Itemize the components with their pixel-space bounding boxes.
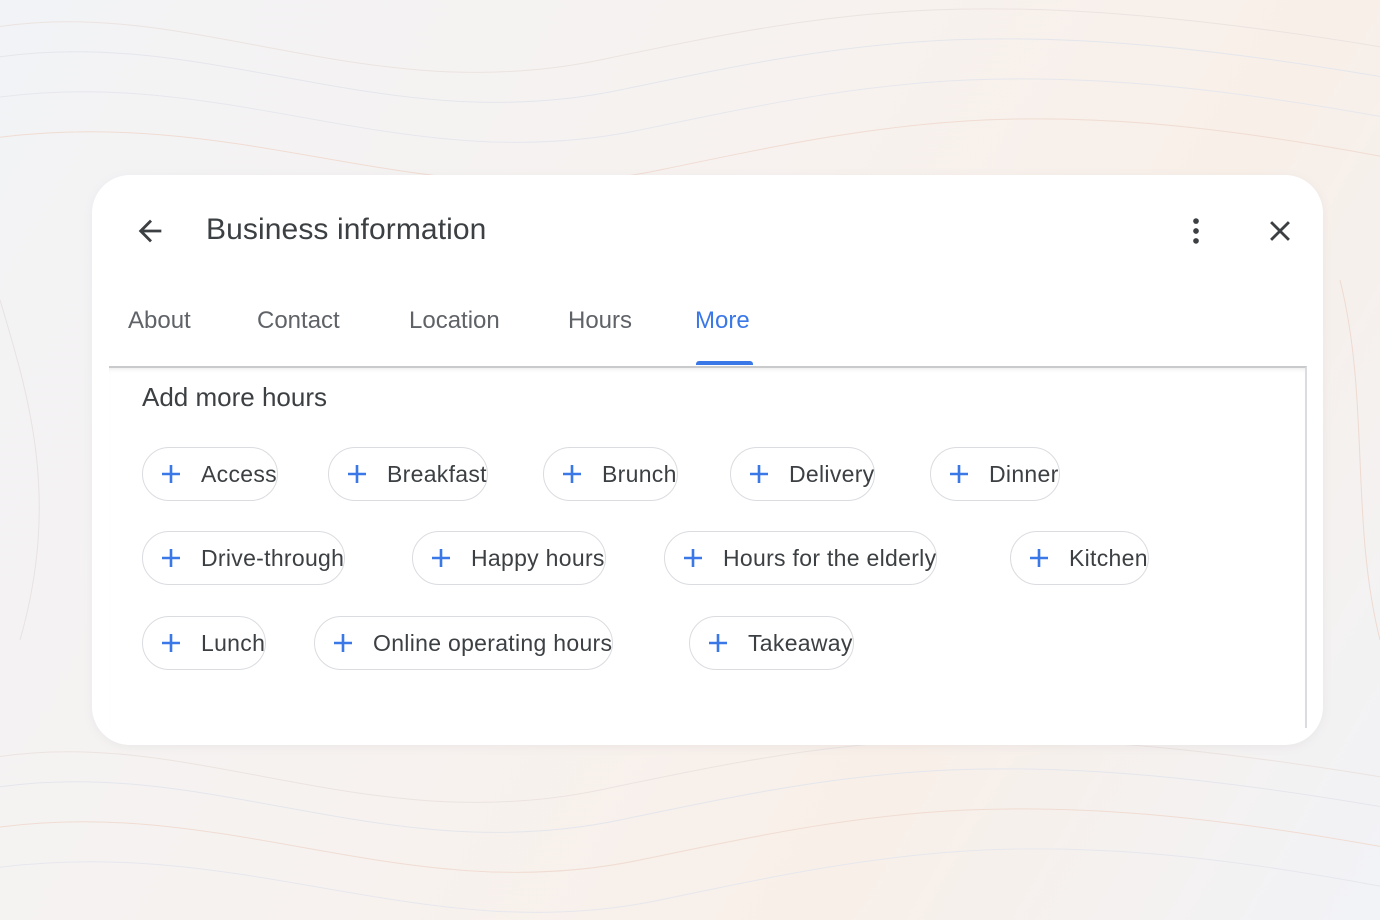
arrow-back-icon <box>138 219 162 243</box>
close-button[interactable] <box>1258 209 1302 253</box>
chip-label: Dinner <box>989 460 1059 487</box>
chip-lunch[interactable]: Lunch <box>142 616 267 670</box>
dialog-title: Business information <box>206 213 487 246</box>
dialog-header: Business information <box>92 175 1323 287</box>
plus-icon <box>750 465 768 483</box>
tab-location[interactable]: Location <box>409 307 500 335</box>
chip-label: Takeaway <box>748 629 853 656</box>
plus-icon <box>348 465 366 483</box>
chip-label: Lunch <box>201 629 266 656</box>
chip-delivery[interactable]: Delivery <box>730 447 876 501</box>
chip-label: Brunch <box>602 460 677 487</box>
chip-hours-for-the-elderly[interactable]: Hours for the elderly <box>664 531 938 585</box>
plus-icon <box>709 634 727 652</box>
plus-icon <box>1030 549 1048 567</box>
tab-hours[interactable]: Hours <box>568 307 632 335</box>
more-vert-icon <box>1193 218 1199 244</box>
chip-happy-hours[interactable]: Happy hours <box>412 531 606 585</box>
chip-label: Access <box>201 460 277 487</box>
plus-icon <box>334 634 352 652</box>
chip-label: Hours for the elderly <box>723 544 937 571</box>
chip-label: Online operating hours <box>373 629 613 656</box>
chip-label: Delivery <box>789 460 875 487</box>
plus-icon <box>950 465 968 483</box>
close-icon <box>1270 221 1290 241</box>
chip-label: Drive-through <box>201 544 345 571</box>
chip-label: Happy hours <box>471 544 605 571</box>
section-title: Add more hours <box>142 382 327 412</box>
chip-label: Kitchen <box>1069 544 1148 571</box>
business-info-dialog: Business information About Contact Locat… <box>92 175 1323 745</box>
plus-icon <box>432 549 450 567</box>
chip-dinner[interactable]: Dinner <box>930 447 1060 501</box>
chip-label: Breakfast <box>387 460 487 487</box>
plus-icon <box>162 634 180 652</box>
tab-more[interactable]: More <box>695 307 750 335</box>
tab-contact[interactable]: Contact <box>257 307 340 335</box>
chip-online-operating-hours[interactable]: Online operating hours <box>314 616 614 670</box>
plus-icon <box>684 549 702 567</box>
chip-drive-through[interactable]: Drive-through <box>142 531 346 585</box>
tab-about[interactable]: About <box>128 307 191 335</box>
more-options-button[interactable] <box>1174 209 1218 253</box>
chip-breakfast[interactable]: Breakfast <box>328 447 488 501</box>
plus-icon <box>563 465 581 483</box>
chip-takeaway[interactable]: Takeaway <box>689 616 854 670</box>
chip-brunch[interactable]: Brunch <box>543 447 678 501</box>
chip-kitchen[interactable]: Kitchen <box>1010 531 1149 585</box>
active-tab-indicator <box>696 361 753 365</box>
chip-access[interactable]: Access <box>142 447 278 501</box>
back-button[interactable] <box>128 209 172 253</box>
plus-icon <box>162 465 180 483</box>
plus-icon <box>162 549 180 567</box>
